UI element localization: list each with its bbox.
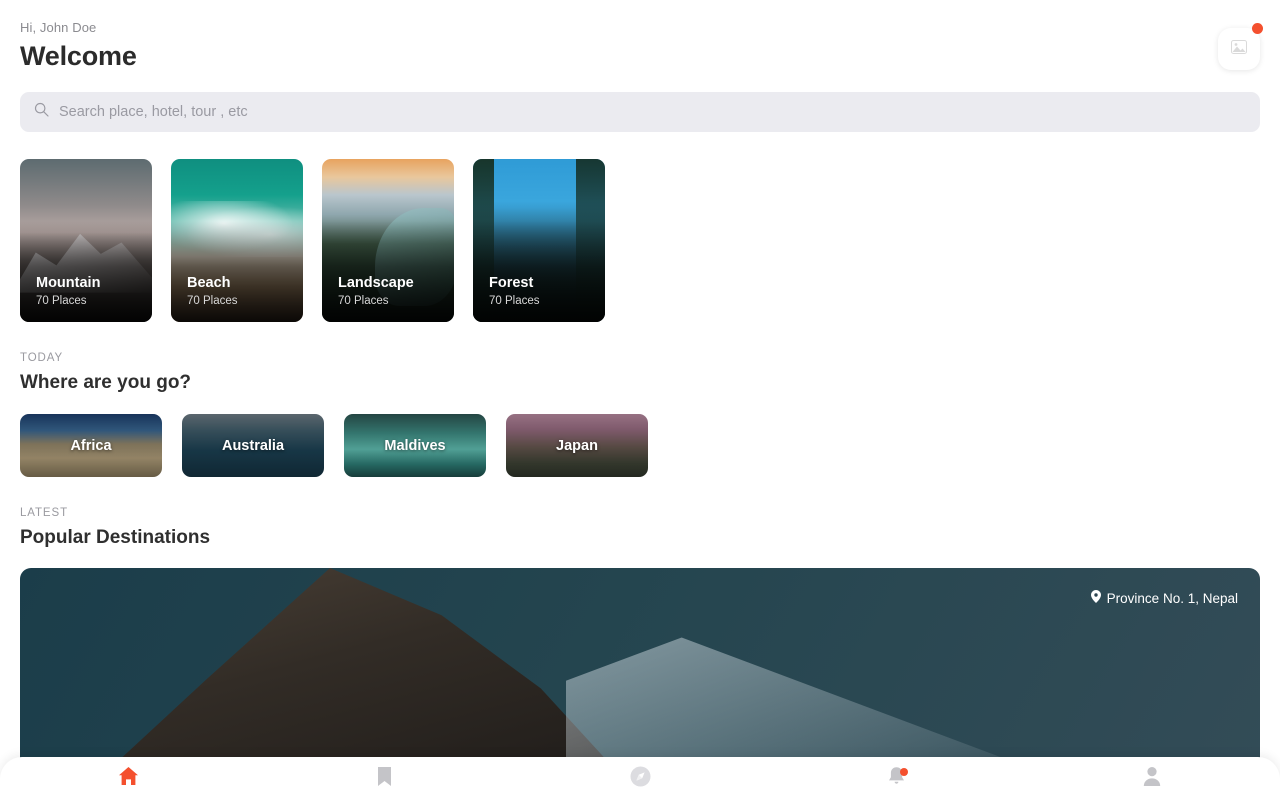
page-title: Welcome xyxy=(20,41,137,71)
category-count: 70 Places xyxy=(338,295,389,307)
section-kicker: LATEST xyxy=(20,507,69,519)
nav-notification-badge xyxy=(900,768,908,776)
bottom-navigation-bar xyxy=(0,757,1280,800)
category-card-landscape[interactable]: Landscape 70 Places xyxy=(322,159,454,322)
section-kicker: TODAY xyxy=(20,352,64,364)
nav-item-bookmarks[interactable] xyxy=(256,757,512,800)
category-name: Landscape xyxy=(338,275,414,291)
category-name: Beach xyxy=(187,275,231,291)
search-input[interactable] xyxy=(59,104,1246,120)
category-card-text: Landscape 70 Places xyxy=(338,275,414,307)
category-count: 70 Places xyxy=(36,295,87,307)
destination-label: Japan xyxy=(556,437,598,454)
destination-chip-australia[interactable]: Australia xyxy=(182,414,324,477)
map-pin-icon xyxy=(1090,590,1101,606)
section-title: Popular Destinations xyxy=(20,527,211,548)
compass-icon xyxy=(630,766,651,792)
today-section-header: TODAY Where are you go? xyxy=(20,352,191,394)
hero-location: Province No. 1, Nepal xyxy=(1090,590,1238,606)
category-count: 70 Places xyxy=(489,295,540,307)
category-card-text: Mountain 70 Places xyxy=(36,275,100,307)
profile-icon xyxy=(1143,766,1161,791)
nav-item-explore[interactable] xyxy=(512,757,768,800)
destination-label: Maldives xyxy=(384,437,446,454)
avatar-button[interactable] xyxy=(1218,23,1263,70)
nav-item-profile[interactable] xyxy=(1024,757,1280,800)
latest-section-header: LATEST Popular Destinations xyxy=(20,507,210,549)
destination-chip-maldives[interactable]: Maldives xyxy=(344,414,486,477)
greeting-text: Hi, John Doe xyxy=(20,20,97,35)
destination-label: Australia xyxy=(221,437,285,454)
nav-item-notifications[interactable] xyxy=(768,757,1024,800)
hero-location-text: Province No. 1, Nepal xyxy=(1106,590,1238,606)
section-title: Where are you go? xyxy=(20,372,192,393)
category-card-text: Forest 70 Places xyxy=(489,275,540,307)
category-card-forest[interactable]: Forest 70 Places xyxy=(473,159,605,322)
category-card-list: Mountain 70 Places Beach 70 Places Lands… xyxy=(20,159,605,322)
popular-destination-hero-card[interactable]: Province No. 1, Nepal xyxy=(20,568,1260,783)
image-placeholder-icon xyxy=(1231,39,1247,59)
destination-chip-africa[interactable]: Africa xyxy=(20,414,162,477)
destination-chip-list: Africa Australia Maldives Japan xyxy=(20,414,648,477)
category-name: Forest xyxy=(489,275,534,291)
avatar[interactable] xyxy=(1218,28,1260,70)
search-icon xyxy=(34,102,49,122)
bookmark-icon xyxy=(377,766,391,791)
nav-item-home[interactable] xyxy=(0,757,256,800)
category-count: 70 Places xyxy=(187,295,238,307)
search-bar[interactable] xyxy=(20,92,1260,132)
avatar-notification-badge xyxy=(1252,23,1263,34)
category-card-mountain[interactable]: Mountain 70 Places xyxy=(20,159,152,322)
destination-label: Africa xyxy=(70,437,112,454)
header: Hi, John Doe Welcome xyxy=(20,20,137,72)
category-card-beach[interactable]: Beach 70 Places xyxy=(171,159,303,322)
destination-chip-japan[interactable]: Japan xyxy=(506,414,648,477)
app-root: Hi, John Doe Welcome Search place, hotel… xyxy=(0,0,1280,800)
home-icon xyxy=(118,766,139,791)
category-card-text: Beach 70 Places xyxy=(187,275,238,307)
category-name: Mountain xyxy=(36,275,101,291)
